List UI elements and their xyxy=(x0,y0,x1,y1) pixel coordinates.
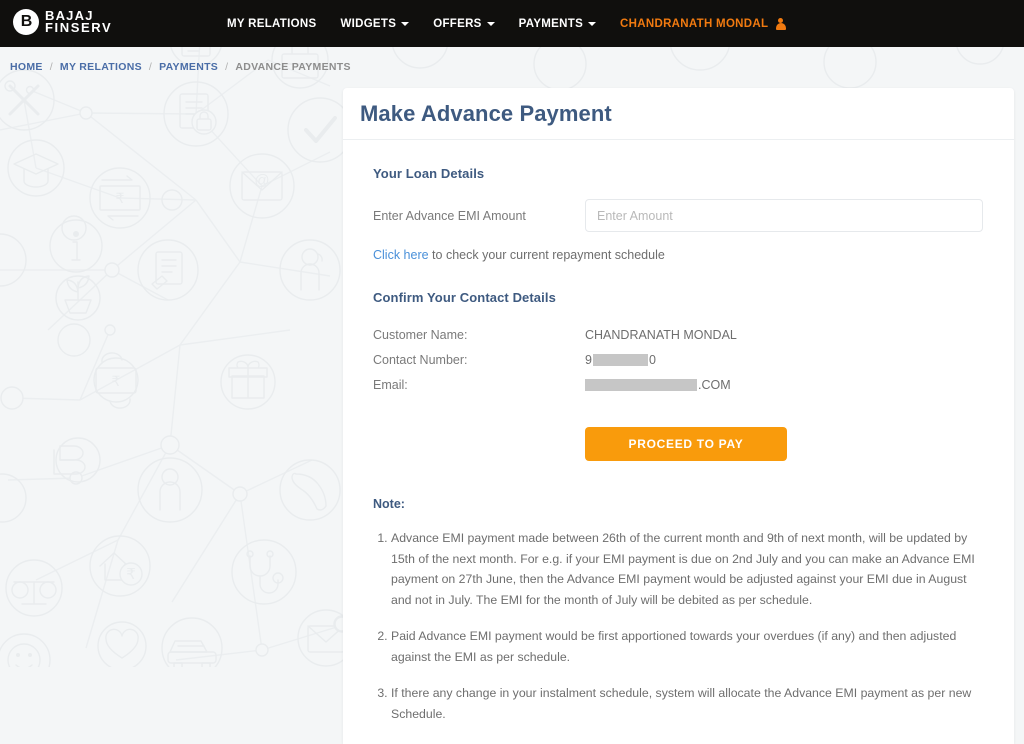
note-item: If there any change in your instalment s… xyxy=(391,683,984,724)
advance-emi-amount-label: Enter Advance EMI Amount xyxy=(373,208,526,223)
breadcrumb-separator: / xyxy=(49,61,53,73)
nav-label: OFFERS xyxy=(433,17,482,30)
nav-item-user-account[interactable]: CHANDRANATH MONDAL xyxy=(608,17,798,30)
contact-details-heading: Confirm Your Contact Details xyxy=(373,290,556,305)
contact-number-prefix: 9 xyxy=(585,352,592,367)
advance-emi-amount-input[interactable] xyxy=(585,199,983,232)
breadcrumb-item-payments[interactable]: PAYMENTS xyxy=(159,61,218,73)
contact-number-value: 9 0 xyxy=(585,353,656,367)
card-body: Your Loan Details Enter Advance EMI Amou… xyxy=(343,140,1014,744)
nav-label: MY RELATIONS xyxy=(227,17,317,30)
nav-label: PAYMENTS xyxy=(518,17,584,30)
contact-row-email: Email: .COM xyxy=(373,373,984,396)
breadcrumb-separator: / xyxy=(225,61,229,73)
nav-item-my-relations[interactable]: MY RELATIONS xyxy=(215,18,328,30)
breadcrumb: HOME / MY RELATIONS / PAYMENTS / ADVANCE… xyxy=(0,47,1024,87)
primary-nav: MY RELATIONS WIDGETS OFFERS PAYMENTS CHA… xyxy=(215,0,798,47)
email-label: Email: xyxy=(373,377,408,392)
repayment-schedule-text: to check your current repayment schedule xyxy=(428,248,665,262)
email-redaction xyxy=(585,378,697,391)
chevron-down-icon xyxy=(588,21,597,26)
note-item: Paid Advance EMI payment would be first … xyxy=(391,626,984,667)
notes-section: Note: Advance EMI payment made between 2… xyxy=(373,497,984,724)
notes-heading: Note: xyxy=(373,497,405,511)
customer-name-label: Customer Name: xyxy=(373,327,468,342)
nav-item-offers[interactable]: OFFERS xyxy=(421,18,506,30)
logo-mark-icon: B xyxy=(13,9,39,35)
email-value: .COM xyxy=(585,378,731,392)
chevron-down-icon xyxy=(486,21,495,26)
email-suffix: .COM xyxy=(698,377,731,392)
breadcrumb-item-advance-payments: ADVANCE PAYMENTS xyxy=(235,61,351,73)
contact-row-contact-number: Contact Number: 9 0 xyxy=(373,348,984,371)
chevron-down-icon xyxy=(401,21,410,26)
repayment-schedule-line: Click here to check your current repayme… xyxy=(373,248,984,262)
nav-label: WIDGETS xyxy=(340,17,397,30)
note-item: Advance EMI payment made between 26th of… xyxy=(391,528,984,610)
nav-user-label: CHANDRANATH MONDAL xyxy=(620,17,769,30)
pay-button-wrap: PROCEED TO PAY xyxy=(373,427,984,461)
notes-list: Advance EMI payment made between 26th of… xyxy=(373,528,984,724)
bajaj-finserv-logo[interactable]: B BAJAJ FINSERV xyxy=(13,9,112,35)
logo-line-2: FINSERV xyxy=(45,20,113,35)
contact-row-customer-name: Customer Name: CHANDRANATH MONDAL xyxy=(373,323,984,346)
page-title: Make Advance Payment xyxy=(360,100,612,126)
advance-emi-amount-row: Enter Advance EMI Amount xyxy=(373,199,984,232)
breadcrumb-separator: / xyxy=(148,61,153,73)
top-navigation-bar: B BAJAJ FINSERV MY RELATIONS WIDGETS OFF… xyxy=(0,0,1024,47)
nav-item-payments[interactable]: PAYMENTS xyxy=(507,18,608,30)
proceed-to-pay-button[interactable]: PROCEED TO PAY xyxy=(585,427,787,461)
customer-name-value: CHANDRANATH MONDAL xyxy=(585,327,737,342)
logo-wordmark: BAJAJ FINSERV xyxy=(45,9,113,35)
contact-number-suffix: 0 xyxy=(648,352,656,367)
advance-payment-card: Make Advance Payment Your Loan Details E… xyxy=(343,88,1014,744)
repayment-schedule-link[interactable]: Click here xyxy=(373,248,429,262)
card-header: Make Advance Payment xyxy=(343,88,1014,140)
user-icon xyxy=(775,17,786,30)
nav-item-widgets[interactable]: WIDGETS xyxy=(328,18,421,30)
breadcrumb-item-my-relations[interactable]: MY RELATIONS xyxy=(60,61,142,73)
contact-number-redaction xyxy=(592,353,648,366)
contact-number-label: Contact Number: xyxy=(373,352,468,367)
breadcrumb-item-home[interactable]: HOME xyxy=(10,61,43,73)
loan-details-heading: Your Loan Details xyxy=(373,166,485,181)
